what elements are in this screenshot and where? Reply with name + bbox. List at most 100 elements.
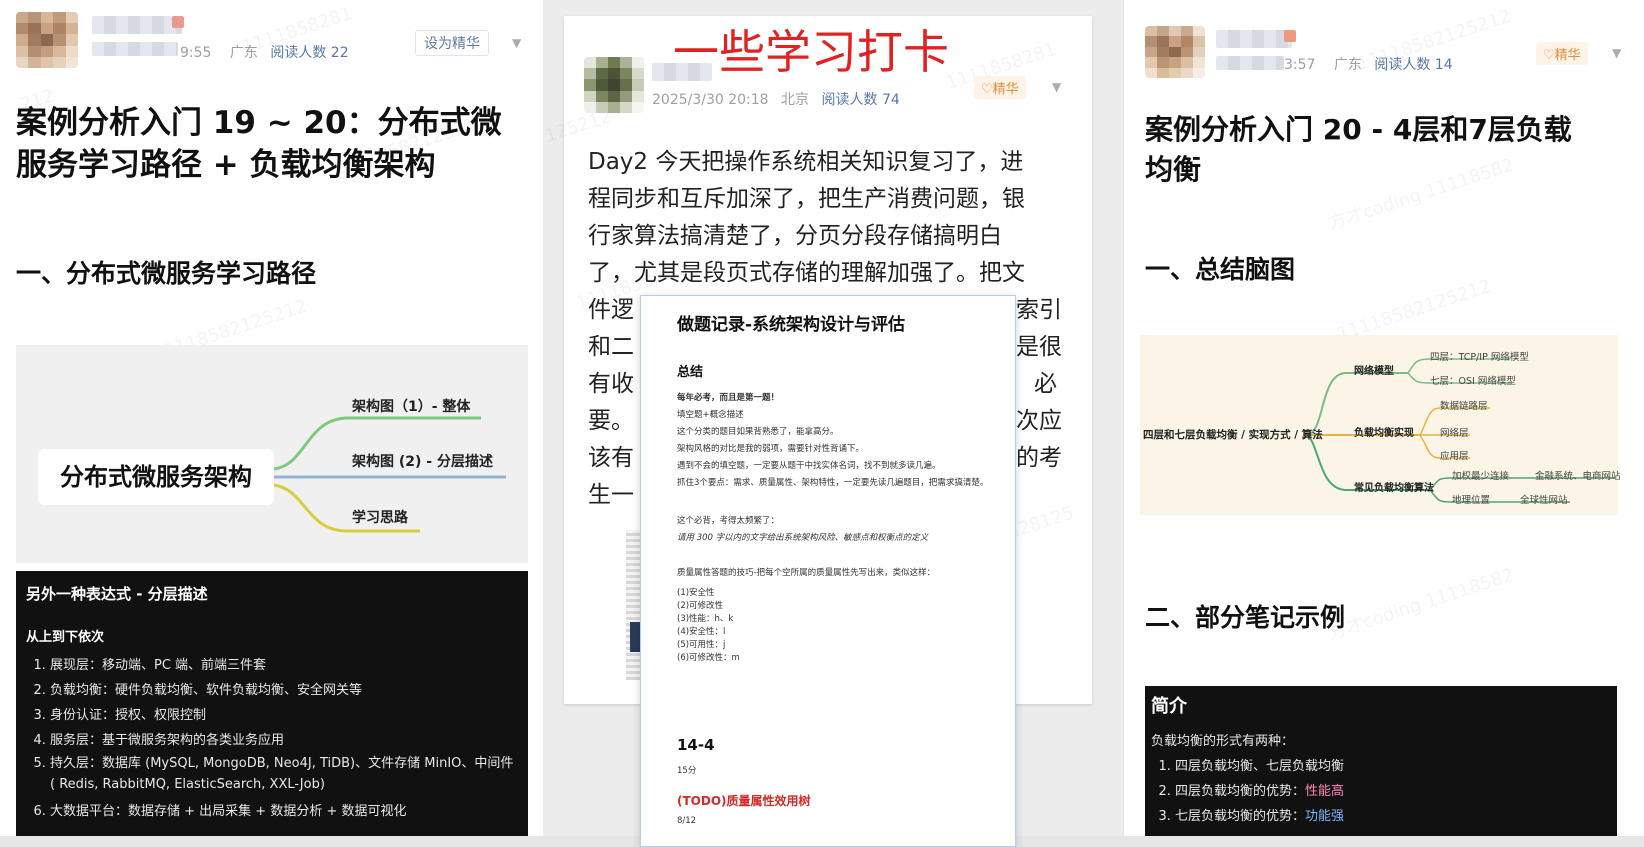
mindmap-image: 四层和七层负载均衡 / 实现方式 / 算法 网络模型 负载均衡实现 常见负载均衡… bbox=[1140, 335, 1621, 515]
post-time: 3:57 bbox=[1284, 57, 1316, 73]
doc-line: 请用 300 字以内的文字给出系统架构风险、敏感点和权衡点的定义 bbox=[677, 533, 929, 543]
doc-line: 15分 bbox=[677, 766, 697, 776]
mindmap-leaf: 加权最少连接 bbox=[1452, 471, 1510, 482]
blurred-date bbox=[92, 42, 178, 56]
doc-title: 做题记录-系统架构设计与评估 bbox=[677, 315, 906, 335]
post-panel-3: 11118582125212 方才coding 11118582 1111858… bbox=[1124, 0, 1644, 836]
body-tail: 次应 bbox=[1016, 408, 1062, 434]
mindmap-branch: 负载均衡实现 bbox=[1354, 428, 1414, 439]
badge-label: 精华 bbox=[992, 82, 1019, 97]
post-title: 案例分析入门 19 ~ 20：分布式微 服务学习路径 + 负载均衡架构 bbox=[16, 102, 502, 186]
post-meta: 9:55 广东 阅读人数 22 bbox=[180, 42, 349, 62]
chevron-down-icon[interactable]: ▼ bbox=[1612, 46, 1621, 60]
level-icon bbox=[172, 16, 184, 28]
body-tail: 索引 bbox=[1016, 297, 1062, 323]
mindmap-leaf: 网络层 bbox=[1440, 428, 1469, 439]
avatar[interactable] bbox=[1145, 26, 1205, 78]
diamond-icon: ♡ bbox=[981, 82, 993, 97]
doc-line: (5)可用性：j bbox=[677, 640, 726, 650]
post-location: 广东 bbox=[1333, 57, 1362, 73]
set-featured-button[interactable]: 设为精华 bbox=[415, 30, 489, 56]
section-heading: 一、总结脑图 bbox=[1145, 255, 1296, 284]
doc-section: (TODO)质量属性效用树 bbox=[677, 794, 811, 808]
doc-line: 这个必背，考得太频繁了： bbox=[677, 516, 780, 526]
avatar[interactable] bbox=[584, 57, 644, 113]
badge-label: 精华 bbox=[1554, 48, 1581, 63]
section-heading: 二、部分笔记示例 bbox=[1145, 603, 1346, 632]
read-count[interactable]: 阅读人数 22 bbox=[270, 45, 348, 61]
list-item: 四层负载均衡、七层负载均衡 bbox=[1175, 754, 1625, 779]
section-heading: 一、分布式微服务学习路径 bbox=[16, 259, 317, 288]
chevron-down-icon[interactable]: ▼ bbox=[512, 36, 521, 50]
post-title: 案例分析入门 20 - 4层和7层负载 均衡 bbox=[1145, 110, 1572, 190]
list-item: 大数据平台：数据存储 + 出局采集 + 数据分析 + 数据可视化 bbox=[50, 799, 520, 824]
dark-note-card: 简介 负载均衡的形式有两种： 四层负载均衡、七层负载均衡 四层负载均衡的优势：性… bbox=[1145, 686, 1617, 836]
note-title: 另外一种表达式 - 分层描述 bbox=[26, 585, 208, 603]
doc-line: 架构风格的对比是我的弱项，需要针对性背诵下。 bbox=[677, 444, 865, 454]
mindmap-branch: 网络模型 bbox=[1354, 366, 1394, 377]
list-item: 七层负载均衡的优势：功能强 bbox=[1175, 804, 1625, 829]
doc-line: (1)安全性 bbox=[677, 588, 715, 598]
doc-section: 总结 bbox=[677, 365, 704, 380]
featured-badge: ♡精华 bbox=[1536, 42, 1588, 65]
chevron-down-icon[interactable]: ▼ bbox=[1052, 80, 1061, 94]
doc-line: 抓住3个要点：需求、质量属性、架构特性，一定要先读几遍题目，把需求搞清楚。 bbox=[677, 478, 989, 488]
item-highlight: 功能强 bbox=[1305, 809, 1345, 824]
mindmap-leaf: 数据链路层 bbox=[1440, 401, 1488, 412]
mindmap-leaf: 地理位置 bbox=[1452, 495, 1491, 506]
attachment-thumbnail-dark bbox=[630, 622, 640, 652]
read-count[interactable]: 阅读人数 74 bbox=[822, 92, 900, 108]
watermark: 方才coding 11118582 bbox=[1325, 561, 1517, 646]
avatar[interactable] bbox=[16, 12, 78, 68]
mindmap-branch: 常见负载均衡算法 bbox=[1354, 483, 1434, 494]
post-meta: 2025/3/30 20:18 北京 阅读人数 74 bbox=[652, 89, 900, 109]
doc-line: 填空题+概念描述 bbox=[677, 410, 744, 420]
post-meta: 3:57 广东 阅读人数 14 bbox=[1284, 54, 1453, 74]
blurred-username[interactable] bbox=[1216, 30, 1292, 48]
doc-line: (4)安全性：l bbox=[677, 627, 726, 637]
mindmap-leaf: 架构图 (2) - 分层描述 bbox=[352, 454, 493, 470]
list-item: 持久层：数据库 (MySQL, MongoDB, Neo4J, TiDB)、文件… bbox=[50, 753, 520, 795]
doc-line: (2)可修改性 bbox=[677, 601, 724, 611]
dark-note-card: 另外一种表达式 - 分层描述 从上到下依次 展现层：移动端、PC 端、前端三件套… bbox=[16, 571, 528, 836]
body-line: Day2 今天把操作系统相关知识复习了，进 bbox=[588, 149, 1024, 175]
blurred-username[interactable] bbox=[92, 16, 182, 34]
blurred-date bbox=[1216, 56, 1284, 70]
body-tail: 的考 bbox=[1016, 445, 1062, 471]
body-line: 行家算法搞清楚了，分页分段存储搞明白 bbox=[588, 223, 1002, 249]
doc-line: 8/12 bbox=[677, 816, 697, 826]
doc-line: (3)性能：h、k bbox=[677, 614, 734, 624]
doc-line: 质量属性答题的技巧-把每个空所属的质量属性先写出来，类似这样： bbox=[677, 568, 936, 578]
note-intro: 负载均衡的形式有两种： bbox=[1151, 734, 1295, 749]
post-panel-1: 1111858281 11118582125212 11118582125212… bbox=[0, 0, 543, 836]
doc-line: 每年必考，而且是第一题！ bbox=[677, 393, 780, 403]
post-time: 9:55 bbox=[180, 45, 212, 61]
mindmap-leaf: 七层：OSI 网络模型 bbox=[1430, 376, 1516, 387]
mindmap-root: 四层和七层负载均衡 / 实现方式 / 算法 bbox=[1143, 429, 1323, 441]
body-tail-column: 索引 是很 必 次应 的考 bbox=[1016, 292, 1062, 477]
item-text: 四层负载均衡的优势： bbox=[1175, 784, 1306, 799]
list-item: 身份认证：授权、权限控制 bbox=[50, 703, 520, 728]
post-location: 北京 bbox=[781, 92, 810, 108]
mindmap-leaf: 金融系统、电商网站 bbox=[1535, 471, 1621, 482]
mindmap-leaf: 应用层 bbox=[1440, 451, 1469, 462]
doc-line: 这个分类的题目如果背熟悉了，能拿高分。 bbox=[677, 427, 839, 437]
note-title: 简介 bbox=[1151, 696, 1187, 717]
item-text: 七层负载均衡的优势： bbox=[1175, 809, 1306, 824]
body-tail: 必 bbox=[1034, 371, 1057, 397]
mindmap-image: 分布式微服务架构 架构图（1）- 整体 架构图 (2) - 分层描述 学习思路 bbox=[16, 345, 528, 563]
notes-document-overlay: 做题记录-系统架构设计与评估 总结 每年必考，而且是第一题！ 填空题+概念描述 … bbox=[640, 295, 1016, 847]
featured-badge: ♡精华 bbox=[974, 76, 1026, 99]
read-count[interactable]: 阅读人数 14 bbox=[1374, 57, 1452, 73]
item-highlight: 性能高 bbox=[1305, 784, 1345, 799]
note-list: 四层负载均衡、七层负载均衡 四层负载均衡的优势：性能高 七层负载均衡的优势：功能… bbox=[1153, 754, 1625, 829]
attachment-thumbnail[interactable] bbox=[626, 530, 640, 680]
body-tail: 是很 bbox=[1016, 334, 1062, 360]
post-date: 2025/3/30 20:18 bbox=[652, 92, 769, 108]
level-icon bbox=[1284, 30, 1296, 42]
list-item: 负载均衡：硬件负载均衡、软件负载均衡、安全网关等 bbox=[50, 678, 520, 703]
title-line: 均衡 bbox=[1145, 153, 1202, 186]
title-line: 案例分析入门 19 ~ 20：分布式微 bbox=[16, 105, 502, 141]
mindmap-root: 分布式微服务架构 bbox=[38, 449, 274, 505]
note-subtitle: 从上到下依次 bbox=[26, 630, 105, 645]
